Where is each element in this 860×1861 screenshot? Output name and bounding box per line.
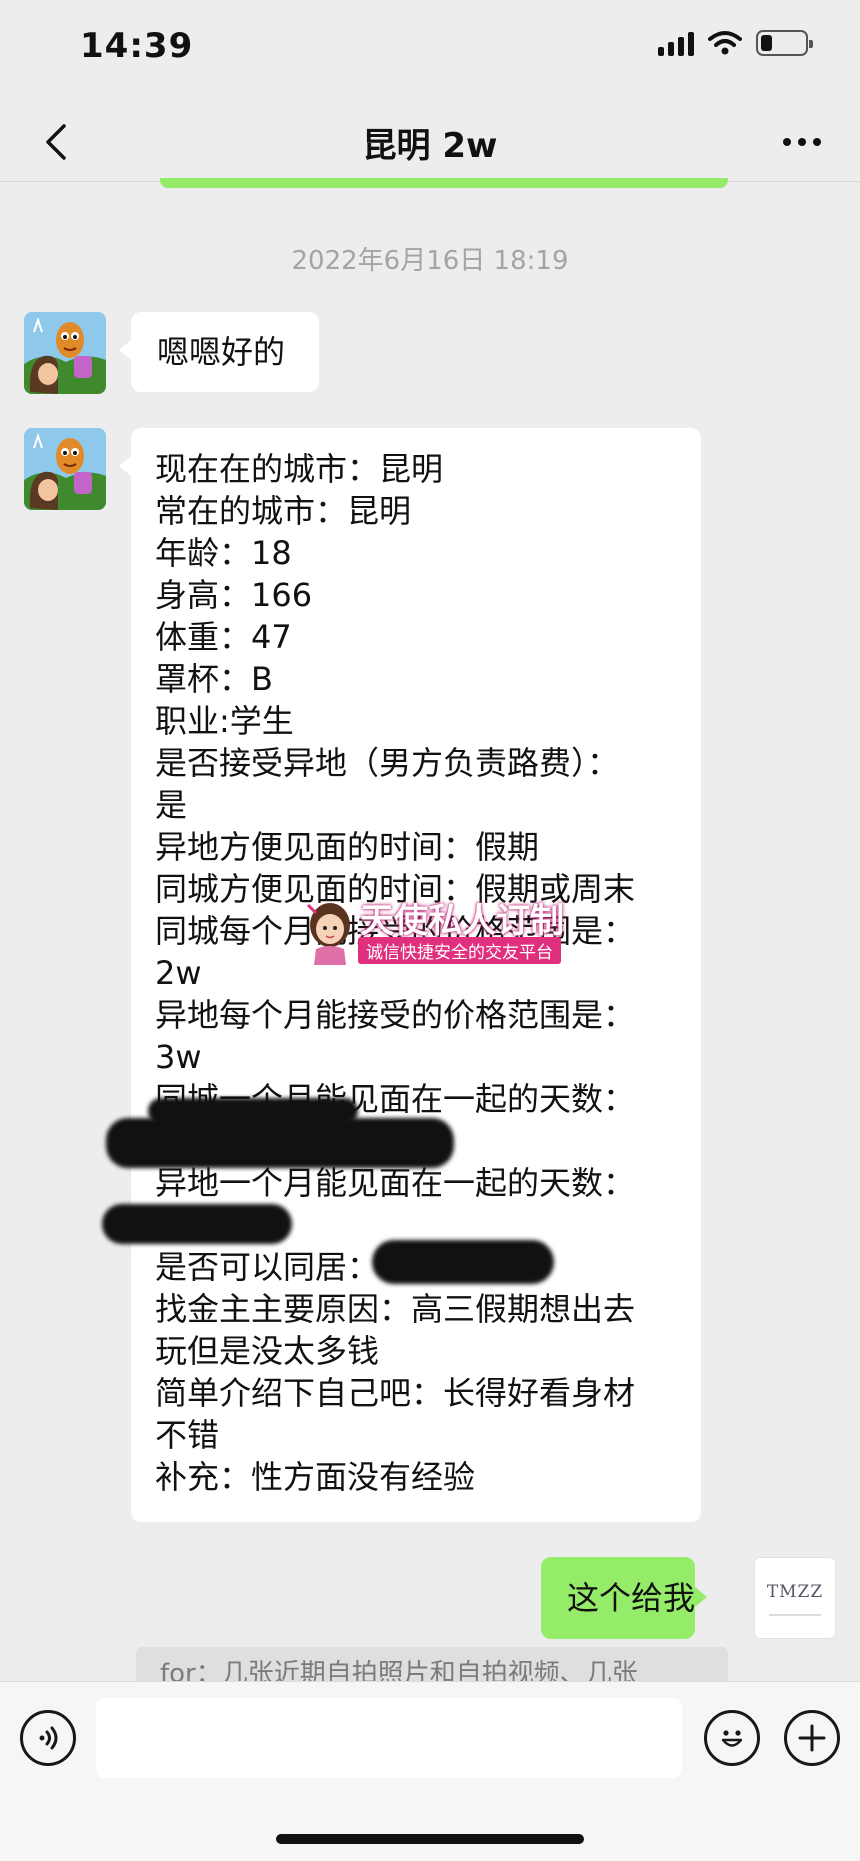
message-text: 这个给我: [567, 1579, 696, 1617]
cartoon-avatar-icon: [24, 428, 106, 510]
chat-title: 昆明 2w: [362, 126, 498, 166]
message-line: 年龄：18: [155, 534, 292, 572]
received-message-bubble[interactable]: 嗯嗯好的: [119, 312, 319, 392]
message-line: 3w: [155, 1038, 202, 1076]
status-icons: [658, 30, 813, 56]
message-text-block: 现在在的城市：昆明 常在的城市：昆明 年龄：18 身高：166 体重：47 罩杯：B 职业:…: [155, 448, 677, 1498]
message-text: 嗯嗯好的: [157, 333, 286, 371]
message-timestamp: 2022年6月16日 18:19: [291, 246, 569, 276]
message-line: 常在的城市：昆明: [155, 492, 412, 530]
cartoon-girl-icon: [306, 903, 350, 965]
message-line: 异地一个月能见面在一起的天数：: [155, 1164, 636, 1202]
message-line: 找金主主要原因：高三假期想出去: [155, 1290, 636, 1328]
message-line: 是: [155, 786, 188, 824]
watermark-logo: 天使私人订制 诚信快捷安全的交友平台: [300, 893, 580, 965]
status-bar: 14:39: [0, 0, 860, 100]
message-line: 不错: [155, 1416, 220, 1454]
message-line: 体重：47: [155, 618, 292, 656]
watermark-title: 天使私人订制: [360, 901, 564, 941]
previous-message-edge: [160, 178, 728, 188]
sent-message-bubble[interactable]: 这个给我: [541, 1557, 707, 1639]
message-line: 职业:学生: [155, 702, 294, 740]
cellular-signal-icon: [658, 30, 694, 56]
contact-avatar[interactable]: [24, 312, 106, 394]
smiley-icon: [721, 1730, 743, 1747]
cartoon-avatar-icon: [24, 312, 106, 394]
redaction-mark: [372, 1240, 554, 1284]
avatar-logo-text: TMZZ: [766, 1582, 824, 1602]
plus-icon: [798, 1724, 826, 1752]
message-line: 是否接受异地（男方负责路费）：: [155, 744, 620, 782]
voice-icon: [39, 1726, 58, 1750]
chat-header: 昆明 2w: [0, 100, 860, 182]
more-button[interactable]: [774, 114, 830, 170]
battery-fill: [761, 35, 772, 51]
user-avatar[interactable]: TMZZ: [754, 1557, 836, 1639]
received-message-bubble[interactable]: 现在在的城市：昆明 常在的城市：昆明 年龄：18 身高：166 体重：47 罩杯：B 职业:…: [119, 428, 701, 1522]
watermark-subtitle: 诚信快捷安全的交友平台: [358, 937, 561, 964]
message-line: 异地方便见面的时间：假期: [155, 828, 540, 866]
message-line: 异地每个月能接受的价格范围是：: [155, 996, 636, 1034]
battery-icon: [756, 30, 813, 56]
message-line: 现在在的城市：昆明: [155, 450, 444, 488]
message-line: 补充：性方面没有经验: [155, 1458, 476, 1496]
message-line: 玩但是没太多钱: [155, 1332, 380, 1370]
contact-avatar[interactable]: [24, 428, 106, 510]
message-line: 罩杯：B: [155, 660, 273, 698]
message-line: 身高：166: [155, 576, 313, 614]
more-dots-icon: [783, 138, 821, 146]
message-line: 简单介绍下自己吧：长得好看身材: [155, 1374, 636, 1412]
redaction-mark: [102, 1204, 292, 1244]
message-input[interactable]: [96, 1698, 682, 1778]
add-button[interactable]: [784, 1710, 840, 1766]
status-time: 14:39: [80, 26, 194, 66]
redaction-mark: [106, 1118, 454, 1168]
home-indicator: [276, 1834, 584, 1844]
wifi-icon: [708, 31, 742, 55]
emoji-button[interactable]: [704, 1710, 760, 1766]
voice-button[interactable]: [20, 1710, 76, 1766]
